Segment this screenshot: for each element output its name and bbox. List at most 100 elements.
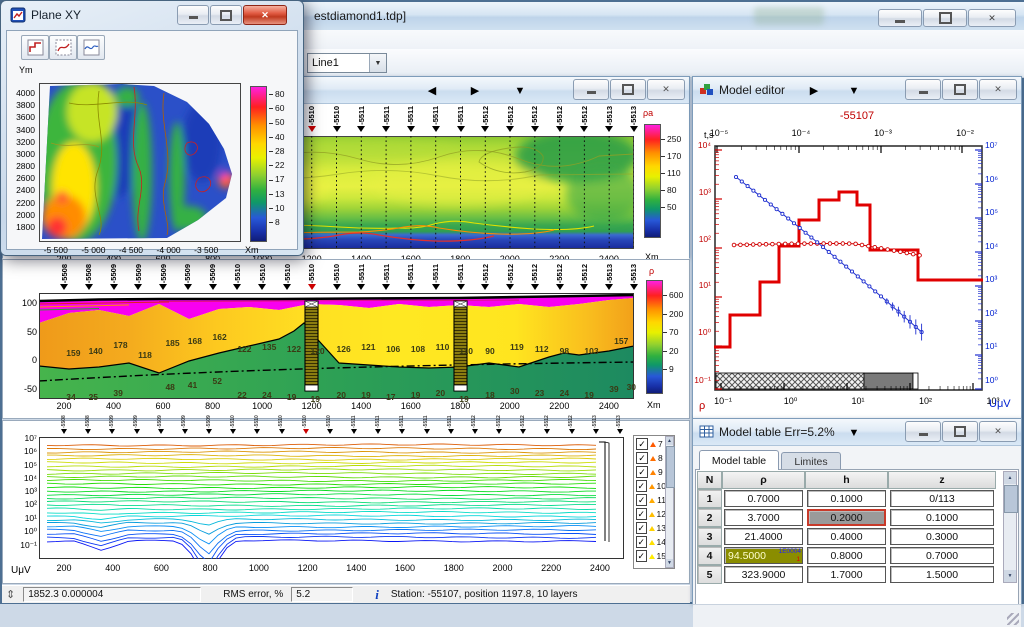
model-table-title-bar[interactable]: Model table Err=5.2% ▼ ✕ bbox=[693, 419, 1021, 446]
station-marker[interactable]: -5511 bbox=[406, 106, 416, 136]
station-marker[interactable]: -5512 bbox=[555, 262, 565, 294]
minimize-button[interactable] bbox=[573, 79, 609, 100]
station-marker[interactable]: -5512 bbox=[494, 421, 504, 437]
station-marker[interactable]: -5511 bbox=[446, 421, 456, 437]
checkbox-icon[interactable]: ✓ bbox=[636, 536, 647, 548]
close-button[interactable]: ✕ bbox=[979, 421, 1017, 442]
station-marker[interactable]: -5510 bbox=[332, 262, 342, 294]
station-marker[interactable]: -5509 bbox=[109, 262, 119, 294]
table-scrollbar[interactable]: ▲ ▼ bbox=[1003, 471, 1017, 583]
prev-station-button[interactable]: ◀ bbox=[419, 82, 445, 99]
station-marker[interactable]: -5511 bbox=[456, 262, 466, 294]
legend-curve-item[interactable]: ✓ 9 bbox=[636, 465, 666, 479]
station-marker[interactable]: -5509 bbox=[107, 421, 117, 437]
station-marker[interactable]: -5512 bbox=[505, 106, 515, 136]
tab-model-table[interactable]: Model table bbox=[699, 450, 779, 470]
legend-curve-item[interactable]: ✓ 12 bbox=[636, 507, 666, 521]
legend-curve-item[interactable]: ✓ 8 bbox=[636, 451, 666, 465]
station-marker[interactable]: -5512 bbox=[555, 106, 565, 136]
legend-curve-item[interactable]: ✓ 14 bbox=[636, 535, 666, 549]
station-marker[interactable]: -5512 bbox=[542, 421, 552, 437]
cell-h[interactable]: 0.8000 bbox=[807, 547, 886, 564]
maximize-button[interactable] bbox=[942, 421, 978, 442]
cell-z[interactable]: 1.5000 bbox=[890, 566, 994, 583]
plane-xy-map[interactable] bbox=[39, 83, 241, 242]
cell-h[interactable]: 0.1000 bbox=[807, 490, 886, 507]
station-marker[interactable]: -5512 bbox=[579, 106, 589, 136]
legend-curve-item[interactable]: ✓ 10 bbox=[636, 479, 666, 493]
maximize-button[interactable] bbox=[942, 79, 978, 100]
line-selector-combo[interactable]: Line1 ▼ bbox=[307, 53, 387, 73]
station-marker[interactable]: -5511 bbox=[349, 421, 359, 437]
station-marker[interactable]: -5511 bbox=[422, 421, 432, 437]
profile-curves-plot[interactable] bbox=[39, 437, 624, 559]
model-editor-title-bar[interactable]: Model editor ▶ ▼ ✕ bbox=[693, 77, 1021, 104]
station-marker[interactable]: -5511 bbox=[356, 106, 366, 136]
station-marker[interactable]: -5512 bbox=[480, 262, 490, 294]
cell-z[interactable]: 0.1000 bbox=[890, 509, 994, 526]
minimize-button[interactable] bbox=[905, 79, 941, 100]
minimize-button[interactable] bbox=[177, 5, 209, 25]
dropdown-arrow-button[interactable]: ▼ bbox=[507, 82, 533, 99]
station-marker[interactable]: -5510 bbox=[301, 421, 311, 437]
cell-z[interactable]: 0.3000 bbox=[890, 528, 994, 545]
checkbox-icon[interactable]: ✓ bbox=[636, 466, 648, 478]
station-marker[interactable]: -5513 bbox=[615, 421, 625, 437]
station-marker[interactable]: -5513 bbox=[629, 262, 639, 294]
station-marker[interactable]: -5509 bbox=[158, 262, 168, 294]
legend-curve-item[interactable]: ✓ 15 bbox=[636, 549, 666, 563]
station-marker[interactable]: -5512 bbox=[530, 262, 540, 294]
station-marker[interactable]: -5511 bbox=[397, 421, 407, 437]
model-editor-plot[interactable] bbox=[714, 145, 983, 391]
station-marker[interactable]: -5511 bbox=[406, 262, 416, 294]
checkbox-icon[interactable]: ✓ bbox=[636, 438, 648, 450]
checkbox-icon[interactable]: ✓ bbox=[636, 452, 648, 464]
close-button[interactable]: ✕ bbox=[979, 79, 1017, 100]
close-button[interactable]: ✕ bbox=[243, 5, 287, 25]
cell-rho[interactable]: 21.4000 bbox=[724, 528, 803, 545]
station-marker[interactable]: -5512 bbox=[567, 421, 577, 437]
cell-h[interactable]: 0.4000 bbox=[807, 528, 886, 545]
col-header-rho[interactable]: ρ bbox=[722, 471, 805, 489]
dropdown-arrow-button[interactable]: ▼ bbox=[841, 424, 867, 441]
station-marker[interactable]: -5510 bbox=[332, 106, 342, 136]
checkbox-icon[interactable]: ✓ bbox=[636, 508, 647, 520]
station-marker[interactable]: -5508 bbox=[83, 421, 93, 437]
cell-rho[interactable]: 0.7000 bbox=[724, 490, 803, 507]
cell-z[interactable]: 0/113 bbox=[890, 490, 994, 507]
tool-area-curve-button[interactable] bbox=[49, 35, 77, 60]
station-marker[interactable]: -5509 bbox=[208, 262, 218, 294]
station-marker[interactable]: -5509 bbox=[156, 421, 166, 437]
dropdown-arrow-button[interactable]: ▼ bbox=[841, 82, 867, 99]
col-header-n[interactable]: N bbox=[697, 471, 722, 489]
legend-curve-item[interactable]: ✓ 13 bbox=[636, 521, 666, 535]
station-marker[interactable]: -5509 bbox=[183, 262, 193, 294]
tool-wave-button[interactable] bbox=[77, 35, 105, 60]
station-marker[interactable]: -5510 bbox=[257, 262, 267, 294]
station-marker[interactable]: -5509 bbox=[132, 421, 142, 437]
station-marker[interactable]: -5510 bbox=[277, 421, 287, 437]
station-marker[interactable]: -5512 bbox=[480, 106, 490, 136]
maximize-button[interactable] bbox=[923, 9, 967, 27]
station-marker[interactable]: -5509 bbox=[180, 421, 190, 437]
station-marker[interactable]: -5508 bbox=[59, 262, 69, 294]
col-header-z[interactable]: z bbox=[888, 471, 996, 489]
station-marker[interactable]: -5512 bbox=[505, 262, 515, 294]
plane-xy-title-bar[interactable]: Plane XY ✕ bbox=[1, 1, 303, 30]
legend-curve-item[interactable]: ✓ 7 bbox=[636, 437, 666, 451]
resize-grip[interactable] bbox=[1007, 613, 1019, 625]
minimize-button[interactable] bbox=[878, 9, 922, 27]
close-button[interactable]: ✕ bbox=[968, 9, 1016, 27]
station-marker[interactable]: -5510 bbox=[282, 262, 292, 294]
maximize-button[interactable] bbox=[210, 5, 242, 25]
station-marker[interactable]: -5512 bbox=[530, 106, 540, 136]
station-marker[interactable]: -5511 bbox=[373, 421, 383, 437]
legend-scrollbar[interactable]: ▲ ▼ bbox=[665, 436, 674, 568]
station-marker[interactable]: -5512 bbox=[518, 421, 528, 437]
station-marker[interactable]: -5513 bbox=[591, 421, 601, 437]
maximize-button[interactable] bbox=[610, 79, 646, 100]
station-marker[interactable]: -5513 bbox=[629, 106, 639, 136]
station-marker[interactable]: -5511 bbox=[381, 106, 391, 136]
station-marker[interactable]: -5513 bbox=[604, 106, 614, 136]
station-marker[interactable]: -5510 bbox=[307, 262, 317, 294]
